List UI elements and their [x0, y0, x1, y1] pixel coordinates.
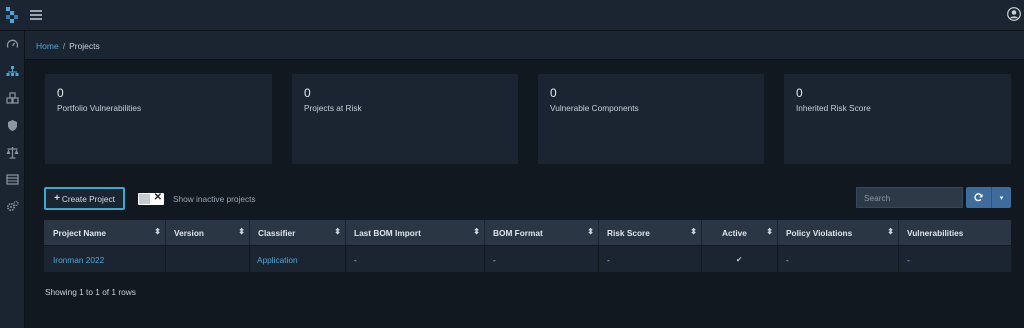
- breadcrumb: Home / Projects: [25, 31, 1024, 60]
- menu-icon[interactable]: [30, 10, 42, 20]
- classifier-link[interactable]: Application: [249, 246, 346, 272]
- card-label: Inherited Risk Score: [796, 103, 871, 113]
- breadcrumb-home-link[interactable]: Home: [36, 41, 59, 51]
- card-value: 0: [57, 86, 64, 100]
- pagination-info: Showing 1 to 1 of 1 rows: [45, 287, 136, 297]
- sort-icon: ⬍: [238, 227, 245, 236]
- card-portfolio-vulnerabilities: 0 Portfolio Vulnerabilities: [45, 74, 272, 164]
- table-header: Project Name ⬍ Version ⬍ Classifier ⬍ Last …: [44, 220, 1011, 245]
- show-inactive-toggle[interactable]: ✕: [138, 192, 164, 205]
- column-header-bom-format[interactable]: BOM Format ⬍: [484, 220, 599, 245]
- chevron-down-icon: ▾: [999, 194, 1004, 202]
- policy-icon[interactable]: [6, 146, 19, 159]
- licenses-icon[interactable]: [6, 173, 19, 186]
- column-header-version[interactable]: Version ⬍: [165, 220, 250, 245]
- user-icon[interactable]: [1007, 7, 1021, 21]
- column-header-project-name[interactable]: Project Name ⬍: [44, 220, 166, 245]
- vulnerabilities-icon[interactable]: [6, 119, 19, 132]
- plus-icon: +: [54, 193, 60, 204]
- breadcrumb-current: Projects: [69, 41, 100, 51]
- logo-icon[interactable]: [6, 7, 18, 24]
- sort-icon: ⬍: [473, 227, 480, 236]
- version-cell: [165, 246, 250, 272]
- project-name-link[interactable]: Ironman 2022: [44, 246, 166, 272]
- projects-icon[interactable]: [6, 65, 19, 78]
- card-value: 0: [550, 86, 557, 100]
- card-inherited-risk-score: 0 Inherited Risk Score: [784, 74, 1011, 164]
- vulnerabilities-cell: -: [907, 255, 910, 265]
- toggle-off-icon: ✕: [153, 192, 162, 203]
- card-label: Portfolio Vulnerabilities: [57, 103, 142, 113]
- sort-icon: ⬍: [690, 227, 697, 236]
- column-header-risk-score[interactable]: Risk Score ⬍: [598, 220, 702, 245]
- card-value: 0: [304, 86, 311, 100]
- options-dropdown-button[interactable]: ▾: [991, 187, 1011, 208]
- column-header-last-bom-import[interactable]: Last BOM Import ⬍: [345, 220, 485, 245]
- dashboard-icon[interactable]: [6, 38, 19, 51]
- sort-icon: ⬍: [766, 227, 773, 236]
- breadcrumb-separator: /: [62, 41, 66, 51]
- toggle-knob: [139, 194, 150, 204]
- last-bom-import-cell: -: [345, 246, 485, 272]
- create-project-button[interactable]: + Create Project: [44, 187, 125, 210]
- bom-format-cell: -: [484, 246, 599, 272]
- show-inactive-label: Show inactive projects: [173, 194, 256, 204]
- policy-violations-cell: -: [777, 246, 899, 272]
- card-projects-at-risk: 0 Projects at Risk: [292, 74, 518, 164]
- settings-icon[interactable]: [6, 200, 19, 213]
- top-navbar: [0, 0, 1024, 31]
- sort-icon: ⬍: [154, 227, 161, 236]
- column-header-active[interactable]: Active ⬍: [701, 220, 778, 245]
- components-icon[interactable]: [6, 92, 19, 105]
- column-header-vulnerabilities[interactable]: Vulnerabilities: [898, 220, 1011, 245]
- sort-icon: ⬍: [587, 227, 594, 236]
- card-value: 0: [796, 86, 803, 100]
- card-vulnerable-components: 0 Vulnerable Components: [538, 74, 764, 164]
- column-header-policy-violations[interactable]: Policy Violations ⬍: [777, 220, 899, 245]
- projects-table: Project Name ⬍ Version ⬍ Classifier ⬍ Last …: [44, 220, 1011, 272]
- sort-icon: ⬍: [887, 227, 894, 236]
- sort-icon: ⬍: [334, 227, 341, 236]
- sidebar: [0, 31, 25, 328]
- card-label: Projects at Risk: [304, 103, 362, 113]
- create-project-label: Create Project: [61, 193, 115, 204]
- column-header-classifier[interactable]: Classifier ⬍: [249, 220, 346, 245]
- table-row: Ironman 2022 Application - - - ✔ - -: [44, 246, 1011, 272]
- refresh-icon: [974, 193, 983, 202]
- card-label: Vulnerable Components: [550, 103, 639, 113]
- search-input[interactable]: Search: [856, 187, 963, 208]
- active-check-icon: ✔: [701, 246, 778, 272]
- risk-score-cell: -: [598, 246, 702, 272]
- refresh-button[interactable]: [966, 187, 991, 208]
